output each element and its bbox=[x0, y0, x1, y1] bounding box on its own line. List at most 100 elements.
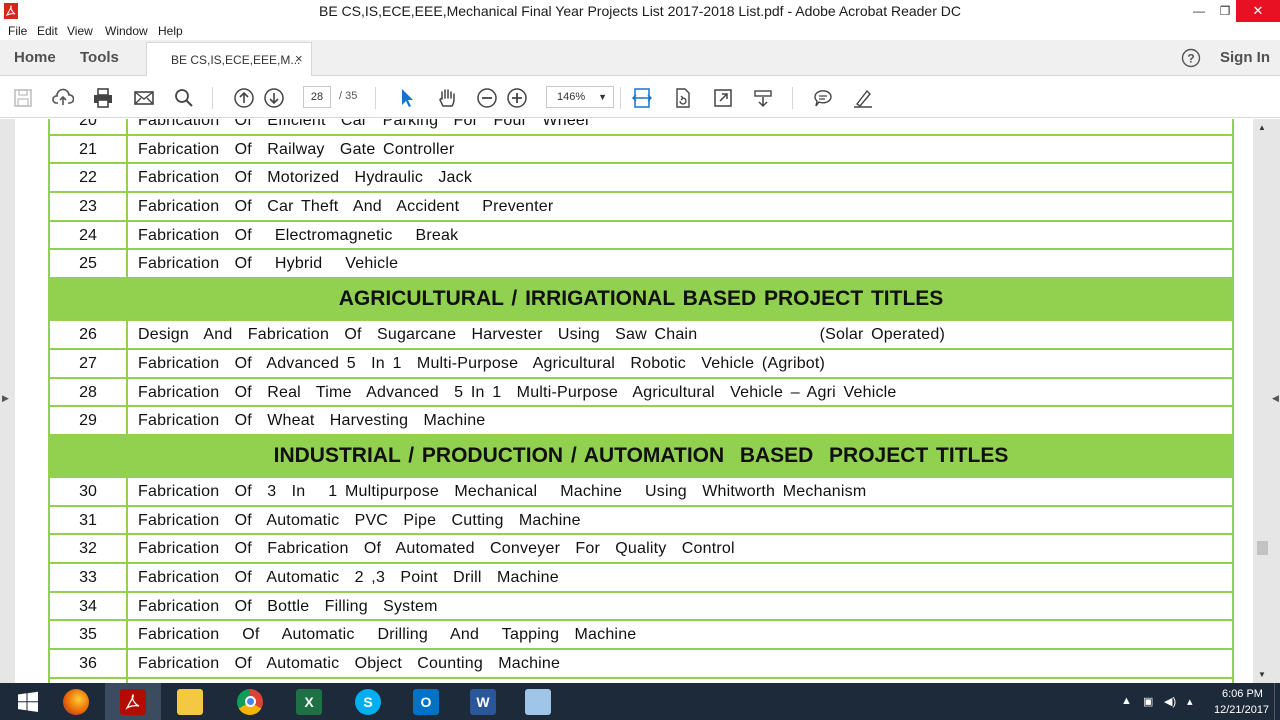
left-pane-toggle-icon[interactable]: ▶ bbox=[2, 393, 9, 404]
next-page-icon[interactable] bbox=[262, 86, 286, 110]
show-desktop-button[interactable] bbox=[1274, 683, 1280, 720]
clock-date[interactable]: 12/21/2017 bbox=[1214, 704, 1269, 716]
taskbar-skype[interactable]: S bbox=[340, 683, 396, 720]
previous-page-icon[interactable] bbox=[232, 86, 256, 110]
page-number-input[interactable]: 28 bbox=[303, 86, 331, 108]
project-title: Fabrication Of Hybrid Vehicle bbox=[138, 255, 399, 273]
sign-in-button[interactable]: Sign In bbox=[1220, 49, 1270, 66]
table-row: 33 Fabrication Of Automatic 2 ,3 Point Dr… bbox=[50, 563, 1232, 593]
fit-page-icon[interactable] bbox=[630, 86, 654, 110]
table-row: 25 Fabrication Of Hybrid Vehicle bbox=[50, 250, 1232, 280]
table-row: 29 Fabrication Of Wheat Harvesting Machin… bbox=[50, 407, 1232, 436]
zoom-out-icon[interactable] bbox=[475, 86, 499, 110]
table-row: 22 Fabrication Of Motorized Hydraulic Jac… bbox=[50, 164, 1232, 194]
toolbar: 28 / 35 146% ▼ bbox=[0, 77, 1280, 118]
tab-home[interactable]: Home bbox=[14, 49, 56, 66]
tray-overflow-icon[interactable]: ▲ bbox=[1121, 695, 1132, 707]
project-title: Fabrication Of Automatic Object Counting… bbox=[138, 655, 561, 672]
project-title: Fabrication Of Automatic Drilling And Ta… bbox=[138, 626, 637, 644]
row-number: 25 bbox=[50, 250, 128, 278]
close-tab-icon[interactable]: × bbox=[295, 51, 303, 66]
row-number: 31 bbox=[50, 506, 128, 534]
section-header: INDUSTRIAL / PRODUCTION / AUTOMATION BAS… bbox=[50, 435, 1232, 478]
taskbar-file-explorer[interactable] bbox=[162, 683, 218, 720]
zoom-in-icon[interactable] bbox=[505, 86, 529, 110]
taskbar-word[interactable]: W bbox=[455, 683, 511, 720]
clock-time[interactable]: 6:06 PM bbox=[1222, 688, 1263, 700]
highlight-pen-icon[interactable] bbox=[851, 86, 875, 110]
rotate-page-icon[interactable] bbox=[671, 86, 695, 110]
wifi-signal-icon[interactable]: ▴ bbox=[1187, 695, 1193, 708]
svg-text:?: ? bbox=[1187, 52, 1194, 66]
projects-table: 20 Fabrication Of Efficient Car Parking F… bbox=[48, 119, 1234, 683]
volume-icon[interactable]: ◀) bbox=[1164, 695, 1176, 708]
zoom-level-select[interactable]: 146% ▼ bbox=[546, 86, 614, 108]
row-number: 35 bbox=[50, 621, 128, 648]
menu-edit[interactable]: Edit bbox=[37, 24, 58, 38]
table-row: 24 Fabrication Of Electromagnetic Break bbox=[50, 221, 1232, 251]
scrollbar-thumb[interactable] bbox=[1257, 541, 1268, 555]
row-number: 23 bbox=[50, 193, 128, 220]
email-icon[interactable] bbox=[132, 86, 156, 110]
row-number: 21 bbox=[50, 135, 128, 163]
menu-file[interactable]: File bbox=[8, 24, 27, 38]
close-window-button[interactable]: ✕ bbox=[1236, 0, 1280, 22]
toolbar-separator bbox=[792, 87, 793, 109]
table-row: 26 Design And Fabrication Of Sugarcane Ha… bbox=[50, 321, 1232, 350]
word-icon: W bbox=[470, 688, 496, 715]
project-title: Fabrication Of Efficient Car Parking For… bbox=[138, 119, 589, 129]
project-title: Fabrication Of Railway Gate Controller bbox=[138, 140, 455, 158]
project-title: Fabrication Of Car Theft And Accident Pr… bbox=[138, 198, 554, 216]
project-title: Fabrication Of Fabrication Of Automated … bbox=[138, 540, 735, 558]
project-title: Fabrication Of Bottle Filling System bbox=[138, 597, 438, 615]
row-number: 24 bbox=[50, 221, 128, 249]
tab-tools[interactable]: Tools bbox=[80, 49, 119, 66]
vertical-scrollbar[interactable]: ▲ ▼ bbox=[1253, 119, 1272, 683]
windows-logo-icon bbox=[18, 691, 38, 712]
row-number: 30 bbox=[50, 477, 128, 505]
chevron-down-icon: ▼ bbox=[598, 92, 607, 102]
save-icon[interactable] bbox=[11, 86, 35, 110]
table-row: 21 Fabrication Of Railway Gate Controller bbox=[50, 135, 1232, 165]
search-icon[interactable] bbox=[172, 86, 196, 110]
table-row: 34 Fabrication Of Bottle Filling System bbox=[50, 592, 1232, 622]
hand-tool-icon[interactable] bbox=[435, 86, 459, 110]
table-row: 31 Fabrication Of Automatic PVC Pipe Cutt… bbox=[50, 506, 1232, 536]
select-cursor-icon[interactable] bbox=[395, 86, 419, 110]
project-title: Fabrication Of Advanced 5 In 1 Multi-Pur… bbox=[138, 354, 826, 372]
menu-window[interactable]: Window bbox=[105, 24, 148, 38]
taskbar-notepad[interactable] bbox=[510, 683, 566, 720]
document-viewport[interactable]: ▶ 20 Fabrication Of Efficient Car Parking… bbox=[0, 119, 1280, 683]
chrome-icon bbox=[237, 688, 263, 715]
comment-icon[interactable] bbox=[811, 86, 835, 110]
section-header: AGRICULTURAL / IRRIGATIONAL BASED PROJEC… bbox=[50, 279, 1232, 322]
full-screen-icon[interactable] bbox=[711, 86, 735, 110]
title-bar: BE CS,IS,ECE,EEE,Mechanical Final Year P… bbox=[0, 0, 1280, 22]
taskbar-acrobat[interactable] bbox=[105, 683, 161, 720]
taskbar-outlook[interactable]: O bbox=[398, 683, 454, 720]
taskbar-chrome[interactable] bbox=[222, 683, 278, 720]
row-number: 34 bbox=[50, 592, 128, 620]
project-title: Fabrication Of Automatic 2 ,3 Point Dril… bbox=[138, 568, 559, 586]
help-icon[interactable]: ? bbox=[1181, 48, 1201, 68]
excel-icon: X bbox=[296, 688, 322, 715]
menu-help[interactable]: Help bbox=[158, 24, 183, 38]
row-number: 29 bbox=[50, 407, 128, 434]
row-number: 32 bbox=[50, 535, 128, 562]
network-icon[interactable]: ▣ bbox=[1143, 695, 1153, 708]
print-icon[interactable] bbox=[91, 86, 115, 110]
table-row: 32 Fabrication Of Fabrication Of Automate… bbox=[50, 535, 1232, 564]
scroll-up-icon[interactable]: ▲ bbox=[1258, 123, 1266, 132]
row-number: 28 bbox=[50, 378, 128, 406]
right-pane-toggle-icon[interactable]: ◀ bbox=[1272, 393, 1279, 404]
taskbar-excel[interactable]: X bbox=[281, 683, 337, 720]
taskbar-firefox[interactable] bbox=[48, 683, 104, 720]
scroll-mode-icon[interactable] bbox=[751, 86, 775, 110]
upload-cloud-icon[interactable] bbox=[51, 86, 75, 110]
skype-icon: S bbox=[355, 688, 381, 715]
menu-view[interactable]: View bbox=[67, 24, 93, 38]
project-title: Fabrication Of Automatic PVC Pipe Cuttin… bbox=[138, 511, 581, 529]
scroll-down-icon[interactable]: ▼ bbox=[1258, 670, 1266, 679]
tab-document[interactable]: BE CS,IS,ECE,EEE,M... × bbox=[146, 42, 312, 76]
row-number: 26 bbox=[50, 321, 128, 348]
